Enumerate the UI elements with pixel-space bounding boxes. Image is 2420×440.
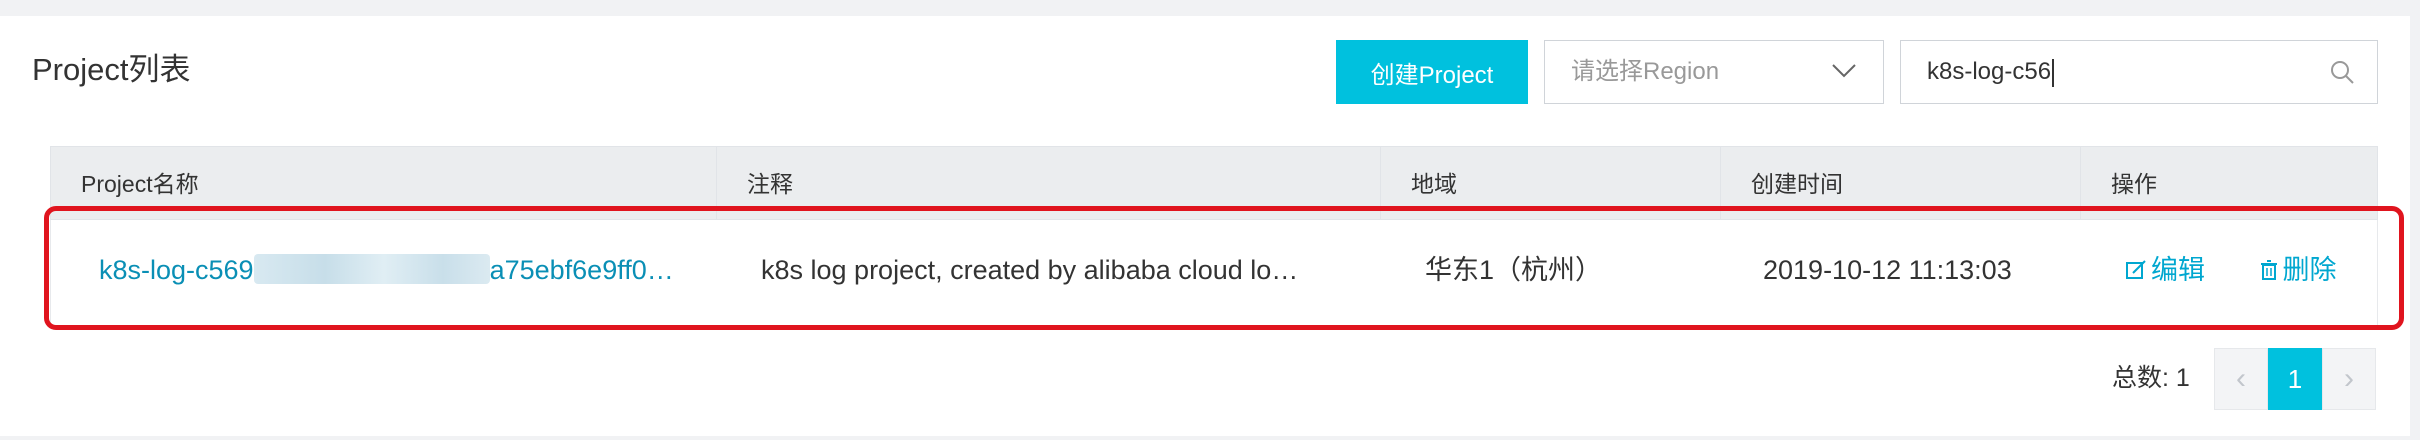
column-header-project-name: Project名称 <box>51 147 717 219</box>
search-input[interactable]: k8s-log-c56 <box>1900 40 2378 104</box>
search-icon[interactable] <box>2329 59 2355 85</box>
chevron-down-icon <box>1832 64 1856 78</box>
region-select[interactable]: 请选择Region <box>1544 40 1884 104</box>
pagination-total: 总数: 1 <box>2112 364 2190 392</box>
redacted-mask <box>253 253 490 284</box>
create-project-button[interactable]: 创建Project <box>1336 40 1528 104</box>
next-page-button[interactable]: › <box>2322 348 2376 410</box>
table-header: Project名称 注释 地域 创建时间 操作 <box>50 146 2378 220</box>
column-header-actions: 操作 <box>2111 171 2157 197</box>
delete-label: 删除 <box>2282 255 2337 285</box>
region-cell: 华东1（杭州） <box>1425 255 1603 285</box>
page-1-button[interactable]: 1 <box>2268 348 2322 410</box>
project-name-link[interactable]: k8s-log-c569 a75ebf6e9ff0… <box>99 253 674 285</box>
project-name-cell: k8s-log-c569 a75ebf6e9ff0… <box>99 220 709 326</box>
edit-label: 编辑 <box>2151 255 2205 285</box>
actions-cell: 编辑 删除 <box>2125 220 2379 326</box>
created-time-cell: 2019-10-12 11:13:03 <box>1763 255 2012 285</box>
search-input-value: k8s-log-c56 <box>1927 41 2055 103</box>
edit-icon <box>2126 260 2146 279</box>
page-title: Project列表 <box>32 52 191 87</box>
edit-button[interactable]: 编辑 <box>2125 220 2205 320</box>
delete-button[interactable]: 删除 <box>2259 220 2337 320</box>
prev-page-button[interactable]: ‹ <box>2214 348 2268 410</box>
column-header-created-time: 创建时间 <box>1721 147 2081 219</box>
column-header-comment: 注释 <box>717 147 1381 219</box>
trash-icon <box>2260 260 2277 280</box>
table-row: k8s-log-c569 a75ebf6e9ff0… k8s log projec… <box>50 220 2378 327</box>
pagination: ‹ 1 › <box>2214 348 2376 410</box>
comment-cell: k8s log project, created by alibaba clou… <box>761 255 1299 285</box>
column-header-region: 地域 <box>1381 147 1721 219</box>
region-select-placeholder: 请选择Region <box>1571 58 1720 85</box>
project-table: Project名称 注释 地域 创建时间 操作 k8s-log-c569 a75e… <box>50 146 2378 327</box>
